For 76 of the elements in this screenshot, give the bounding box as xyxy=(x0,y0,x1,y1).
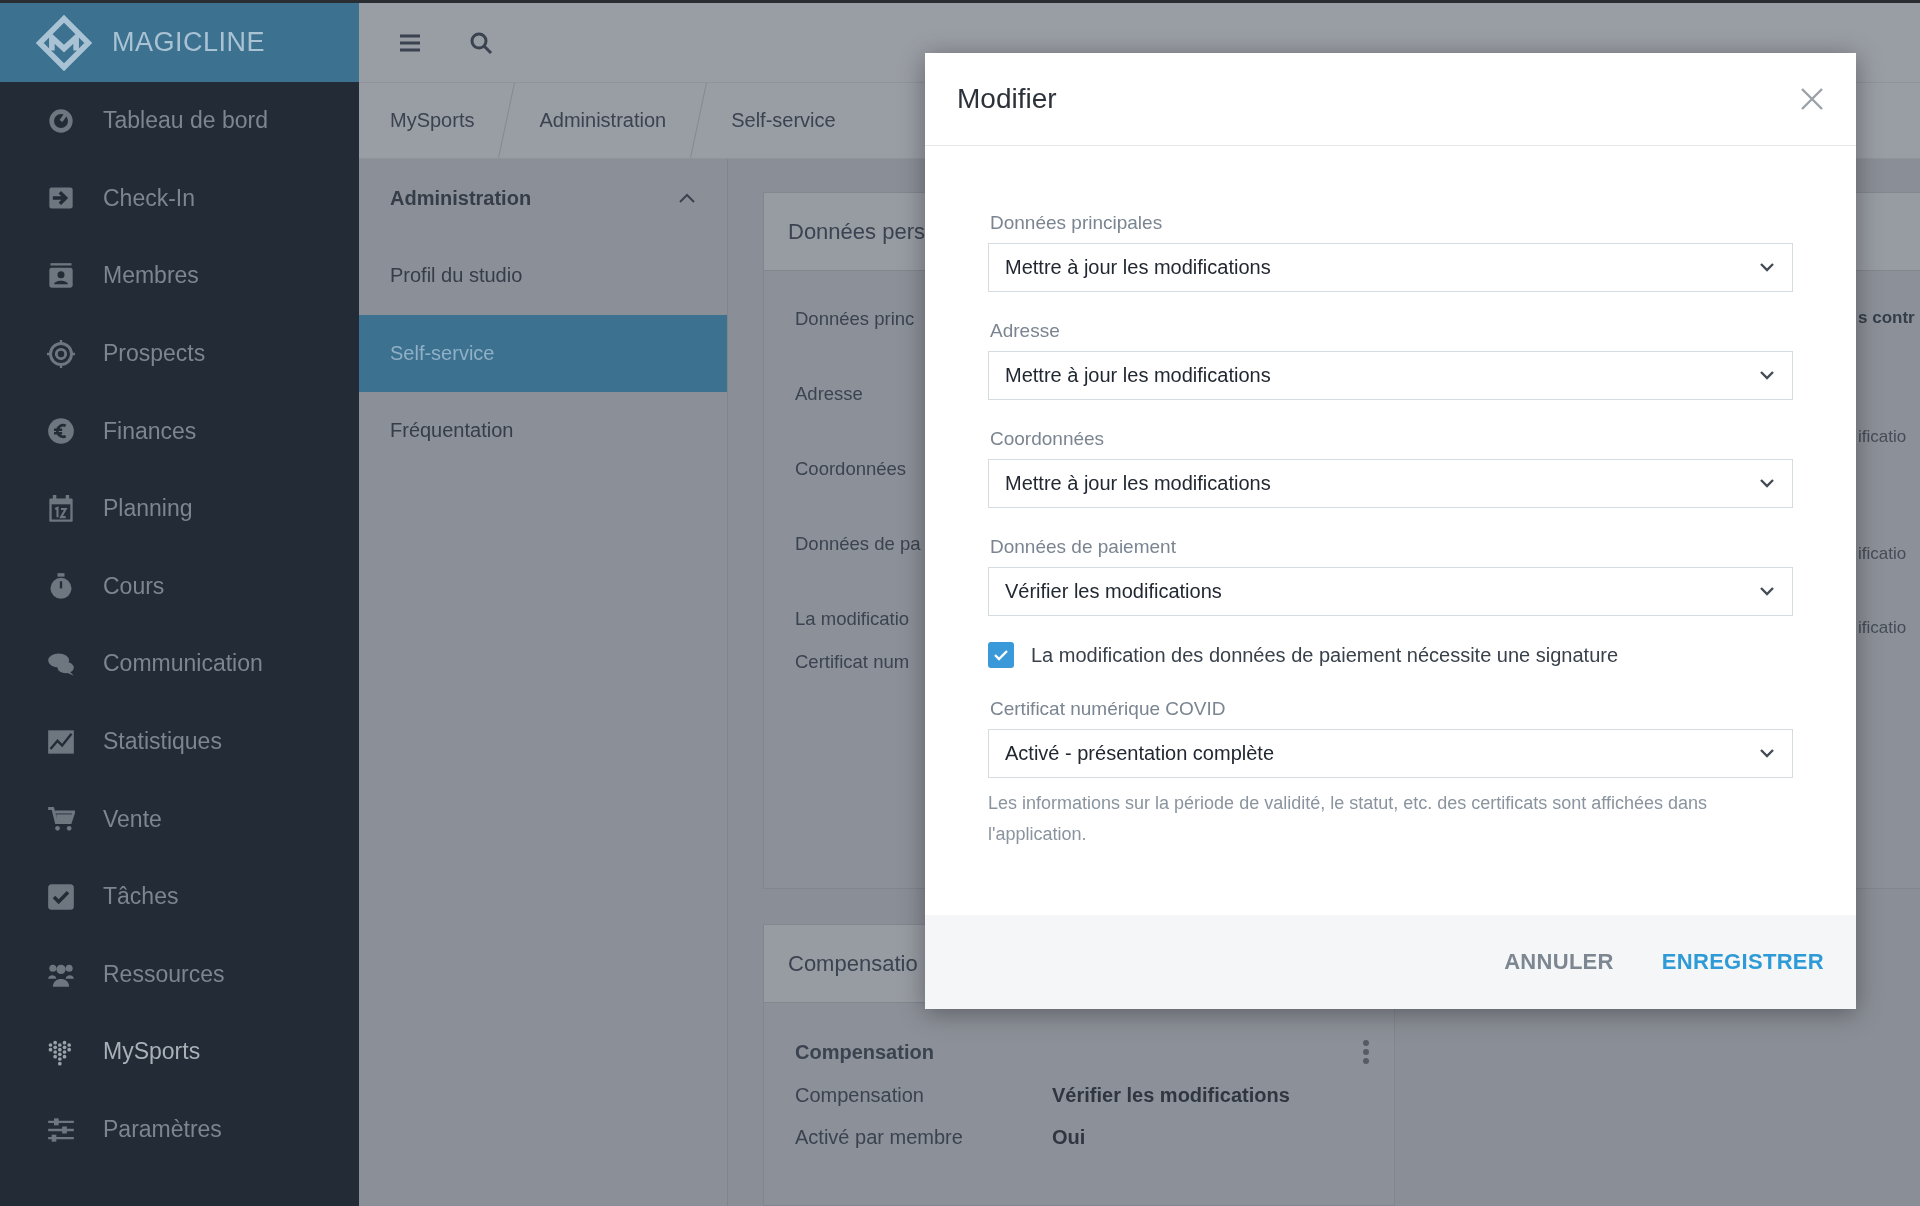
menu-icon[interactable] xyxy=(399,33,421,52)
chevron-down-icon xyxy=(1760,263,1774,272)
checkmark-icon xyxy=(993,647,1009,663)
subnav-section-header[interactable]: Administration xyxy=(359,159,727,237)
cancel-button[interactable]: ANNULER xyxy=(1494,939,1624,985)
sidebar-item[interactable]: Tâches xyxy=(0,857,359,936)
sidebar-item[interactable]: Paramètres xyxy=(0,1090,359,1169)
field-label: Certificat numérique COVID xyxy=(990,698,1227,720)
field-label: Adresse xyxy=(990,320,1061,342)
setting-label: Certificat num xyxy=(795,650,911,674)
close-icon[interactable] xyxy=(1800,87,1824,111)
setting-text: s contr xyxy=(1858,307,1916,329)
dropdown-field[interactable]: Vérifier les modifications xyxy=(988,567,1793,616)
calendar-icon xyxy=(47,494,75,523)
gauge-icon xyxy=(47,106,75,135)
target-icon xyxy=(47,339,75,368)
sidebar-item[interactable]: Cours xyxy=(0,547,359,626)
dropdown-field[interactable]: Activé - présentation complète xyxy=(988,729,1793,778)
sidebar-item[interactable]: Membres xyxy=(0,237,359,315)
dropdown-field[interactable]: Mettre à jour les modifications xyxy=(988,351,1793,400)
contact-card-icon xyxy=(47,262,75,290)
sliders-icon xyxy=(47,1115,75,1144)
card-title: Compensatio xyxy=(788,950,918,977)
sidebar-item[interactable]: Prospects xyxy=(0,314,359,393)
field-value: Oui xyxy=(1052,1126,1086,1149)
sidebar-item[interactable]: Communication xyxy=(0,625,359,703)
more-options-icon[interactable] xyxy=(1362,1039,1370,1065)
subnav-item[interactable]: Self-service xyxy=(359,314,727,393)
checkbox-icon xyxy=(47,882,75,911)
setting-label: Adresse xyxy=(795,382,864,406)
subnav-item[interactable]: Fréquentation xyxy=(359,392,727,470)
logo-icon xyxy=(36,14,92,71)
sidebar-item[interactable]: Planning xyxy=(0,469,359,548)
card-title: Données pers xyxy=(788,218,925,245)
chevron-down-icon xyxy=(1760,371,1774,380)
cart-icon xyxy=(47,805,75,834)
chart-icon xyxy=(47,727,75,756)
field-label: Coordonnées xyxy=(990,428,1106,450)
sidebar-item[interactable]: Tableau de bord xyxy=(0,82,359,160)
sidebar-item[interactable]: Check-In xyxy=(0,159,359,238)
field-label: Données de paiement xyxy=(990,536,1177,558)
help-text: Les informations sur la période de validité, le statut, etc. des certificats sont affichées dans l'application. xyxy=(988,792,1709,846)
dropdown-field[interactable]: Mettre à jour les modifications xyxy=(988,243,1793,292)
setting-label: Données de pa xyxy=(795,532,921,556)
setting-label: La modificatio xyxy=(795,607,911,631)
sidebar-item[interactable]: Finances xyxy=(0,392,359,470)
chevron-down-icon xyxy=(1760,587,1774,596)
breadcrumb-link[interactable]: Self-service xyxy=(731,109,836,132)
field-label: Activé par membre xyxy=(795,1126,964,1149)
field-label: Données principales xyxy=(990,212,1164,234)
dialog-title: Modifier xyxy=(957,83,1057,115)
sidebar-item[interactable]: Ressources xyxy=(0,935,359,1014)
setting-text: ificatio xyxy=(1858,426,1908,448)
checkbox-label: La modification des données de paiement nécessite une signature xyxy=(1031,643,1619,667)
euro-icon xyxy=(47,417,75,446)
sidebar-item[interactable]: MySports xyxy=(0,1013,359,1091)
breadcrumb-link[interactable]: MySports xyxy=(390,109,475,132)
field-label: Compensation xyxy=(795,1084,925,1107)
chevron-down-icon xyxy=(1760,479,1774,488)
subnav-item[interactable]: Profil du studio xyxy=(359,237,727,315)
chevron-icon xyxy=(679,193,695,203)
checkbox[interactable] xyxy=(988,642,1014,668)
brand-name: MAGICLINE xyxy=(112,27,266,58)
chevron-down-icon xyxy=(1760,749,1774,758)
sidebar-item[interactable]: Vente xyxy=(0,780,359,858)
setting-label: Données princ xyxy=(795,307,916,331)
setting-text: ificatio xyxy=(1858,543,1908,565)
sidebar-item[interactable]: Statistiques xyxy=(0,702,359,781)
setting-label: Coordonnées xyxy=(795,457,908,481)
search-icon[interactable] xyxy=(469,30,493,55)
save-button[interactable]: ENREGISTRER xyxy=(1651,939,1834,985)
setting-text: ificatio xyxy=(1858,617,1908,639)
field-value: Vérifier les modifications xyxy=(1052,1084,1290,1107)
dropdown-field[interactable]: Mettre à jour les modifications xyxy=(988,459,1793,508)
breadcrumb-link[interactable]: Administration xyxy=(539,109,667,132)
section-title: Compensation xyxy=(795,1040,934,1064)
